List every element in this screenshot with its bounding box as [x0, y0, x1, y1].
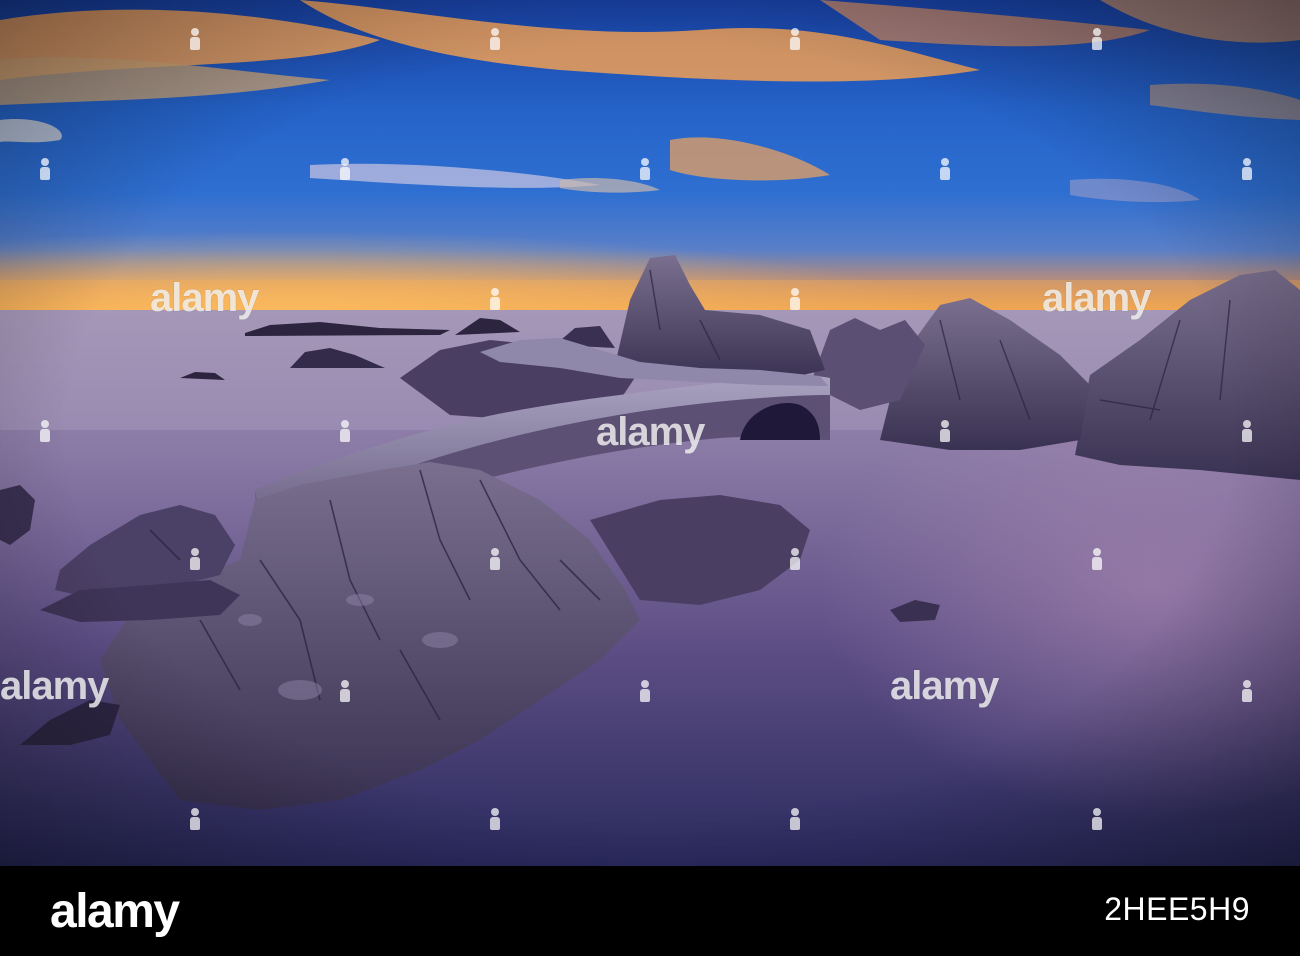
- stock-photo-frame: alamy alamy alamy alamy alamy alamy 2HEE…: [0, 0, 1300, 956]
- image-id: 2HEE5H9: [1104, 891, 1250, 927]
- footer-bar: alamy 2HEE5H9: [0, 866, 1300, 956]
- seascape-photo: alamy alamy alamy alamy alamy: [0, 0, 1300, 866]
- seascape-illustration: [0, 0, 1300, 866]
- brand-logo: alamy: [50, 885, 180, 938]
